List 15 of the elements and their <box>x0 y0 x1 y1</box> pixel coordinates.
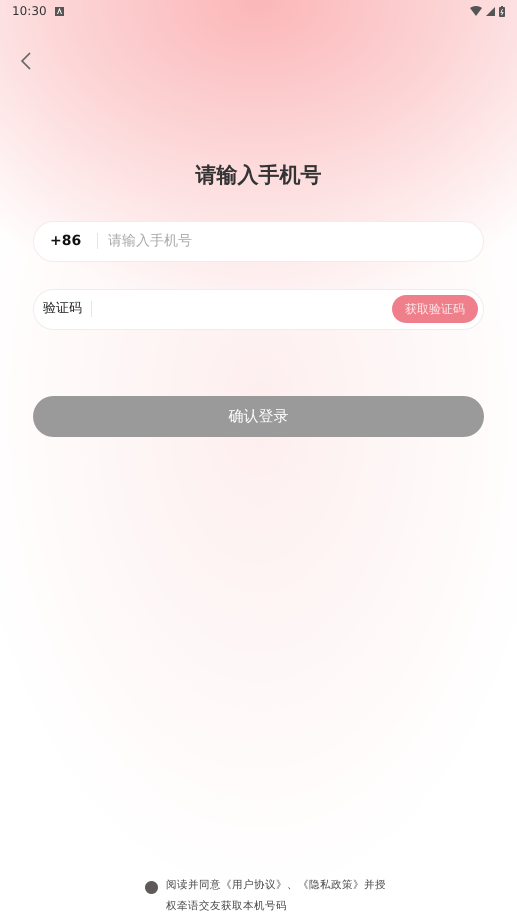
notification-icon <box>54 6 64 16</box>
agreement-link[interactable]: 《隐私政策》 <box>298 878 364 890</box>
country-code[interactable]: +86 <box>34 230 98 252</box>
status-time: 10:30 <box>12 3 47 20</box>
back-icon[interactable] <box>21 52 31 70</box>
agreement-text: 阅读并同意《用户协议》、《隐私政策》并授权牵语交友获取本机号码 <box>166 878 387 914</box>
code-label: 验证码 <box>42 300 83 318</box>
phone-field[interactable]: +86 请输入手机号 <box>33 220 484 262</box>
wifi-icon <box>470 6 482 16</box>
battery-icon <box>499 6 505 16</box>
agreement-link[interactable]: 《用户协议》 <box>221 878 287 890</box>
signal-icon <box>486 6 495 16</box>
agree-checkbox[interactable] <box>145 880 158 894</box>
code-field[interactable]: 验证码 获取验证码 <box>33 288 484 330</box>
page-title: 请输入手机号 <box>194 162 322 189</box>
